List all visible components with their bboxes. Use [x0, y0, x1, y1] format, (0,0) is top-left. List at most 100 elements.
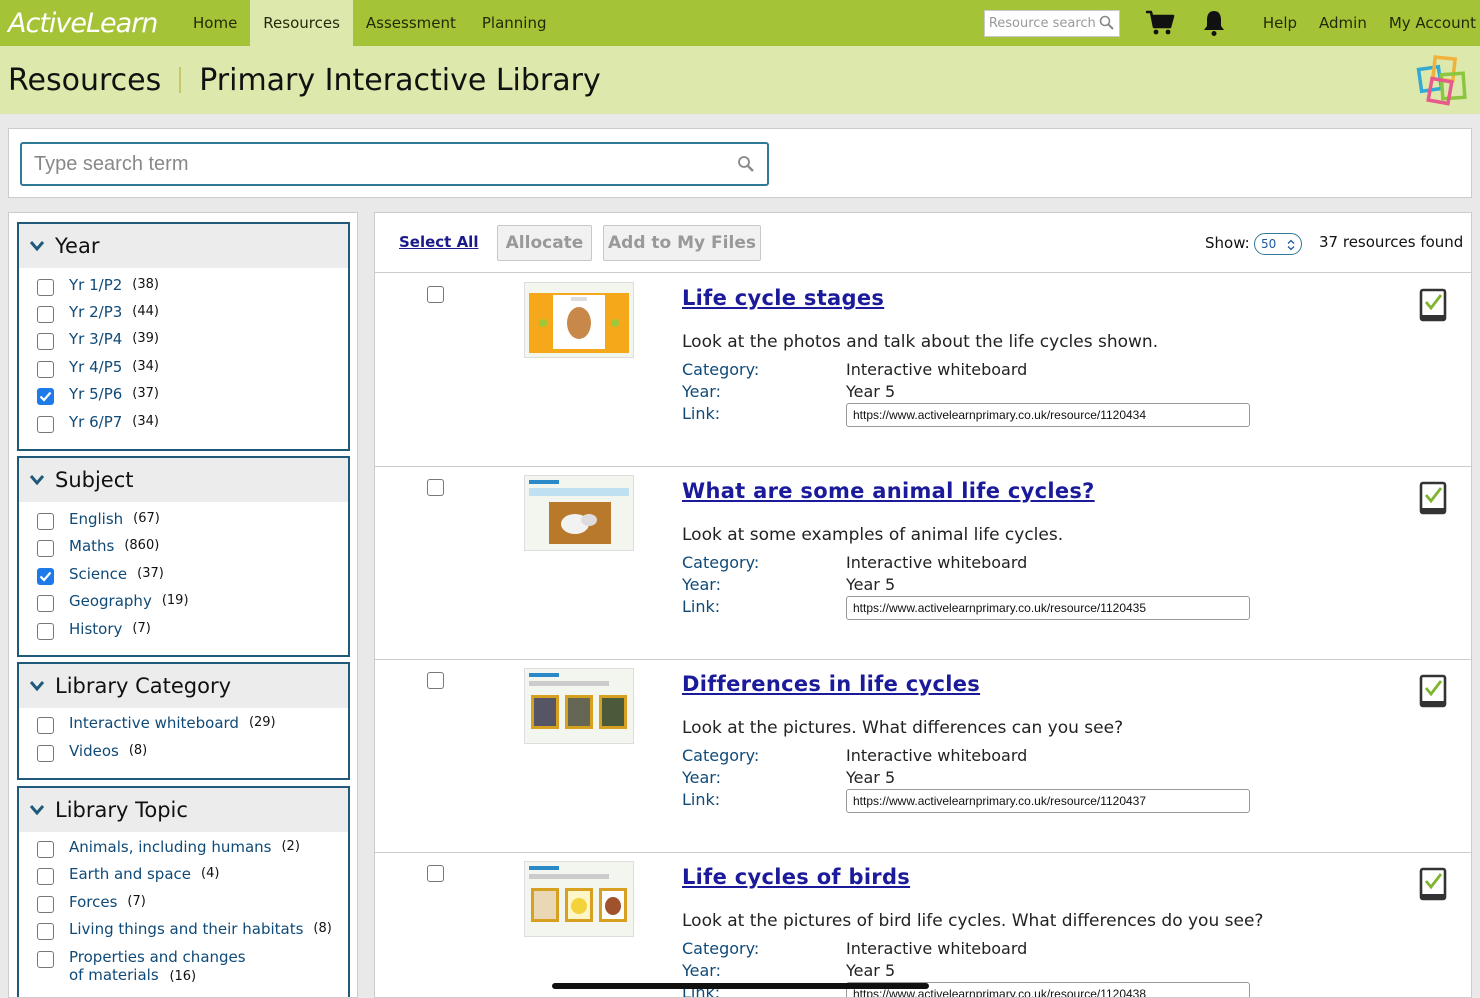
result-title-link[interactable]: Life cycle stages [682, 286, 884, 310]
facet-option-label: Yr 2/P3 [69, 303, 123, 321]
facet-option[interactable]: Science (37) [37, 565, 164, 585]
checkbox[interactable] [37, 306, 54, 323]
checkbox[interactable] [37, 623, 54, 640]
checkbox-checked[interactable] [37, 388, 54, 405]
checkbox[interactable] [37, 333, 54, 350]
add-to-my-files-button[interactable]: Add to My Files [603, 225, 761, 261]
facet-option[interactable]: Maths (860) [37, 537, 159, 557]
facet-option[interactable]: English (67) [37, 510, 160, 530]
allocate-button[interactable]: Allocate [497, 225, 592, 261]
category-label: Category: [682, 746, 760, 765]
link-field[interactable]: https://www.activelearnprimary.co.uk/res… [846, 789, 1250, 813]
resource-thumbnail[interactable] [524, 668, 634, 744]
search-input[interactable] [34, 152, 694, 176]
checkbox[interactable] [37, 841, 54, 858]
show-count-select[interactable]: 50 [1254, 233, 1302, 255]
checkbox[interactable] [37, 416, 54, 433]
nav-admin[interactable]: Admin [1319, 14, 1367, 32]
checkbox[interactable] [37, 279, 54, 296]
nav-home[interactable]: Home [180, 0, 250, 46]
search-icon[interactable] [737, 155, 755, 173]
facet-option[interactable]: Living things and their habitats (8) [37, 920, 332, 940]
facet-option[interactable]: Animals, including humans (2) [37, 838, 300, 858]
facet-option[interactable]: Earth and space (4) [37, 865, 219, 885]
facet-option[interactable]: Yr 1/P2 (38) [37, 276, 159, 296]
result-item: Life cycles of birds Look at the picture… [375, 853, 1471, 997]
activelearn-logo[interactable]: ActiveLearn [0, 0, 180, 46]
result-title-link[interactable]: What are some animal life cycles? [682, 479, 1095, 503]
select-all-link[interactable]: Select All [399, 233, 478, 251]
facet-option-label: Yr 3/P4 [69, 330, 123, 348]
facet-topic-header[interactable]: Library Topic [19, 788, 348, 832]
result-checkbox[interactable] [427, 286, 444, 303]
category-label: Category: [682, 939, 760, 958]
breadcrumb-resources[interactable]: Resources [0, 63, 161, 98]
tablet-check-icon[interactable] [1419, 481, 1447, 515]
result-title-link[interactable]: Life cycles of birds [682, 865, 910, 889]
facet-option-label: Geography [69, 592, 152, 610]
nav-planning[interactable]: Planning [469, 0, 560, 46]
top-nav: ActiveLearn Home Resources Assessment Pl… [0, 0, 1480, 46]
link-field[interactable]: https://www.activelearnprimary.co.uk/res… [846, 403, 1250, 427]
checkbox-checked[interactable] [37, 568, 54, 585]
result-description: Look at some examples of animal life cyc… [682, 525, 1064, 545]
nav-assessment[interactable]: Assessment [353, 0, 469, 46]
checkbox[interactable] [37, 868, 54, 885]
bell-icon[interactable] [1198, 7, 1230, 39]
checkbox[interactable] [37, 595, 54, 612]
facet-year-header[interactable]: Year [19, 224, 348, 268]
checkbox[interactable] [37, 540, 54, 557]
chevron-down-icon [29, 474, 45, 486]
resource-search-input[interactable]: Resource search [983, 9, 1120, 37]
facet-subject: Subject English (67) Maths (860) Science (3… [17, 456, 350, 657]
checkbox[interactable] [37, 951, 54, 968]
result-title-link[interactable]: Differences in life cycles [682, 672, 980, 696]
facet-option[interactable]: Properties and changes of materials (16) [37, 948, 287, 986]
nav-my-account[interactable]: My Account [1389, 14, 1476, 32]
resource-thumbnail[interactable] [524, 282, 634, 358]
resource-search-placeholder: Resource search [988, 15, 1096, 31]
result-checkbox[interactable] [427, 865, 444, 882]
result-checkbox[interactable] [427, 479, 444, 496]
facet-option[interactable]: Videos (8) [37, 742, 147, 762]
checkbox[interactable] [37, 361, 54, 378]
category-value: Interactive whiteboard [846, 746, 1028, 765]
checkbox[interactable] [37, 513, 54, 530]
facet-option[interactable]: Yr 6/P7 (34) [37, 413, 159, 433]
nav-resources[interactable]: Resources [250, 0, 353, 46]
facet-option-label: Yr 4/P5 [69, 358, 123, 376]
facet-option[interactable]: History (7) [37, 620, 151, 640]
tablet-check-icon[interactable] [1419, 867, 1447, 901]
checkbox[interactable] [37, 745, 54, 762]
result-checkbox[interactable] [427, 672, 444, 689]
tablet-check-icon[interactable] [1419, 674, 1447, 708]
checkbox[interactable] [37, 896, 54, 913]
facet-subject-header[interactable]: Subject [19, 458, 348, 502]
facet-option[interactable]: Forces (7) [37, 893, 146, 913]
facet-option-count: (4) [201, 866, 220, 881]
facet-library-topic: Library Topic Animals, including humans (… [17, 786, 350, 997]
year-label: Year: [682, 961, 721, 980]
facet-option[interactable]: Yr 4/P5 (34) [37, 358, 159, 378]
facet-option-count: (7) [127, 894, 146, 909]
tablet-check-icon[interactable] [1419, 288, 1447, 322]
link-label: Link: [682, 790, 721, 809]
checkbox[interactable] [37, 923, 54, 940]
facet-option-count: (2) [281, 839, 300, 854]
nav-help[interactable]: Help [1263, 14, 1297, 32]
resource-thumbnail[interactable] [524, 475, 634, 551]
search-box [20, 142, 769, 186]
facet-option[interactable]: Yr 3/P4 (39) [37, 330, 159, 350]
facet-option[interactable]: Yr 2/P3 (44) [37, 303, 159, 323]
checkbox[interactable] [37, 717, 54, 734]
category-value: Interactive whiteboard [846, 553, 1028, 572]
link-field[interactable]: https://www.activelearnprimary.co.uk/res… [846, 596, 1250, 620]
facet-category-header[interactable]: Library Category [19, 664, 348, 708]
facet-option[interactable]: Yr 5/P6 (37) [37, 385, 159, 405]
facet-option[interactable]: Geography (19) [37, 592, 189, 612]
facet-option[interactable]: Interactive whiteboard (29) [37, 714, 276, 734]
cart-icon[interactable] [1144, 7, 1176, 39]
search-panel [8, 128, 1472, 198]
resource-thumbnail[interactable] [524, 861, 634, 937]
check-icon [39, 391, 52, 402]
